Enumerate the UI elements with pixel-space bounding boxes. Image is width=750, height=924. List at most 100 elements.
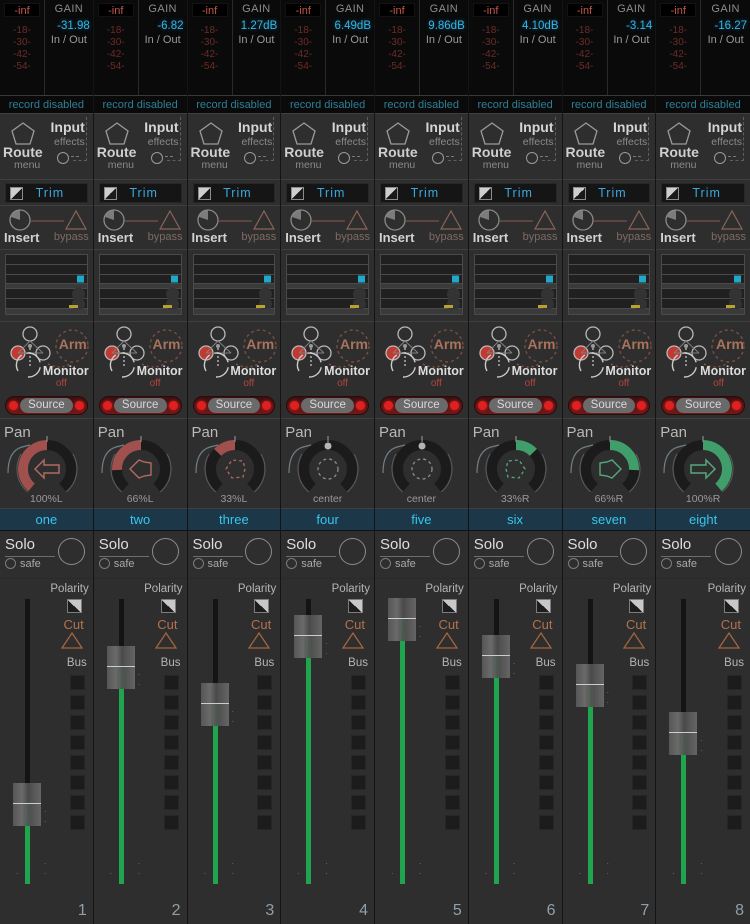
pentagon-icon[interactable] (573, 121, 599, 146)
bus-button[interactable] (69, 715, 85, 730)
pentagon-icon[interactable] (291, 121, 317, 146)
bus-button[interactable] (69, 735, 85, 750)
in-out-label[interactable]: In / Out (238, 34, 274, 46)
record-status[interactable]: record disabled (656, 96, 750, 114)
bus-button[interactable] (257, 775, 273, 790)
bus-button[interactable] (538, 755, 554, 770)
channel-name[interactable]: five (375, 509, 468, 531)
pan-section[interactable]: Pan 66%R (562, 418, 656, 509)
routing-grid-row[interactable] (474, 255, 556, 265)
record-status[interactable]: record disabled (93, 96, 187, 114)
channel-fader[interactable]: . . . . . . . . (106, 599, 140, 884)
route-menu-label[interactable]: menu (14, 159, 40, 171)
bus-button[interactable] (538, 675, 554, 690)
input-effects-label[interactable]: effects (335, 136, 366, 148)
routing-grid-row[interactable] (474, 264, 556, 275)
routing-grid-row[interactable] (6, 255, 87, 265)
solo-button[interactable] (339, 538, 366, 565)
routing-grid[interactable] (0, 250, 93, 322)
bus-button[interactable] (444, 675, 460, 690)
route-label[interactable]: Route (378, 144, 418, 160)
routing-grid-row[interactable] (99, 297, 181, 311)
level-meter[interactable]: -inf -18- -30- -42- -54- (656, 0, 700, 95)
bus-button[interactable] (444, 695, 460, 710)
bus-button[interactable] (351, 795, 366, 810)
routing-grid-row[interactable] (474, 297, 556, 311)
input-effects-label[interactable]: effects (523, 136, 554, 148)
insert-section[interactable]: Insert bypass (187, 206, 281, 250)
arm-label[interactable]: Arm (340, 336, 368, 352)
bus-button[interactable] (163, 695, 179, 710)
level-meter[interactable]: -inf -18- -30- -42- -54- (563, 0, 607, 95)
bus-button[interactable] (538, 715, 554, 730)
channel-fader[interactable]: . . . . . . . . (388, 597, 422, 884)
routing-grid[interactable] (656, 250, 750, 322)
cut-triangle-icon[interactable] (154, 631, 178, 655)
bus-button[interactable] (69, 775, 85, 790)
routing-grid-row[interactable] (6, 274, 87, 285)
solo-button[interactable] (620, 538, 648, 565)
trim-button[interactable]: Trim (661, 183, 745, 203)
bypass-label[interactable]: bypass (616, 231, 651, 243)
record-status[interactable]: record disabled (562, 96, 656, 114)
peak-readout[interactable]: -inf (4, 3, 40, 17)
insert-section[interactable]: Insert bypass (281, 206, 374, 250)
bus-button[interactable] (351, 695, 366, 710)
level-meter[interactable]: -inf -18- -30- -42- -54- (375, 0, 419, 95)
route-menu-label[interactable]: menu (202, 159, 228, 171)
channel-name[interactable]: four (281, 509, 374, 531)
solo-safe-checkbox[interactable] (192, 558, 204, 569)
bus-button[interactable] (727, 675, 742, 690)
level-meter[interactable]: -inf -18- -30- -42- -54- (188, 0, 232, 95)
cut-triangle-icon[interactable] (622, 631, 646, 655)
routing-grid-row[interactable] (568, 264, 650, 275)
pentagon-icon[interactable] (10, 121, 36, 146)
pan-section[interactable]: Pan center (375, 418, 468, 509)
route-label[interactable]: Route (3, 144, 43, 160)
cut-triangle-icon[interactable] (529, 631, 553, 655)
pan-section[interactable]: Pan 33%L (187, 418, 281, 509)
bypass-label[interactable]: bypass (523, 231, 558, 243)
pentagon-icon[interactable] (385, 121, 411, 146)
bus-button[interactable] (727, 775, 742, 790)
in-out-label[interactable]: In / Out (51, 34, 87, 46)
routing-grid-row[interactable] (99, 255, 181, 265)
solo-safe-checkbox[interactable] (286, 558, 298, 569)
trim-button[interactable]: Trim (286, 183, 369, 203)
record-status[interactable]: record disabled (375, 96, 468, 114)
bus-button[interactable] (351, 735, 366, 750)
gain-value[interactable]: 9.86dB (428, 20, 467, 32)
cut-triangle-icon[interactable] (60, 631, 84, 655)
bypass-label[interactable]: bypass (429, 231, 464, 243)
solo-button[interactable] (526, 538, 554, 565)
routing-grid-row[interactable] (193, 255, 275, 265)
gain-value[interactable]: 1.27dB (241, 20, 280, 32)
solo-safe-checkbox[interactable] (5, 558, 16, 569)
bus-button[interactable] (257, 795, 273, 810)
bus-button[interactable] (538, 815, 554, 830)
bus-button[interactable] (257, 695, 273, 710)
cut-triangle-icon[interactable] (717, 631, 741, 655)
pan-section[interactable]: Pan center (281, 418, 374, 509)
polarity-button[interactable] (348, 599, 363, 613)
insert-section[interactable]: Insert bypass (93, 206, 187, 250)
routing-grid-row[interactable] (568, 274, 650, 285)
in-out-label[interactable]: In / Out (145, 34, 181, 46)
route-label[interactable]: Route (566, 144, 606, 160)
route-label[interactable]: Route (659, 144, 699, 160)
record-status[interactable]: record disabled (0, 96, 93, 114)
input-toggle-circle-icon[interactable] (525, 152, 538, 164)
solo-safe-checkbox[interactable] (661, 558, 673, 569)
solo-button[interactable] (245, 538, 273, 565)
solo-button[interactable] (432, 538, 460, 565)
route-menu-label[interactable]: menu (670, 159, 696, 171)
trim-button[interactable]: Trim (567, 183, 651, 203)
routing-grid-row[interactable] (99, 274, 181, 285)
bus-button[interactable] (632, 735, 648, 750)
polarity-button[interactable] (160, 599, 176, 613)
channel-fader[interactable]: . . . . . . . . (13, 599, 47, 884)
bus-button[interactable] (163, 675, 179, 690)
routing-grid-row[interactable] (6, 297, 87, 311)
bus-button[interactable] (538, 695, 554, 710)
solo-safe-checkbox[interactable] (473, 558, 485, 569)
